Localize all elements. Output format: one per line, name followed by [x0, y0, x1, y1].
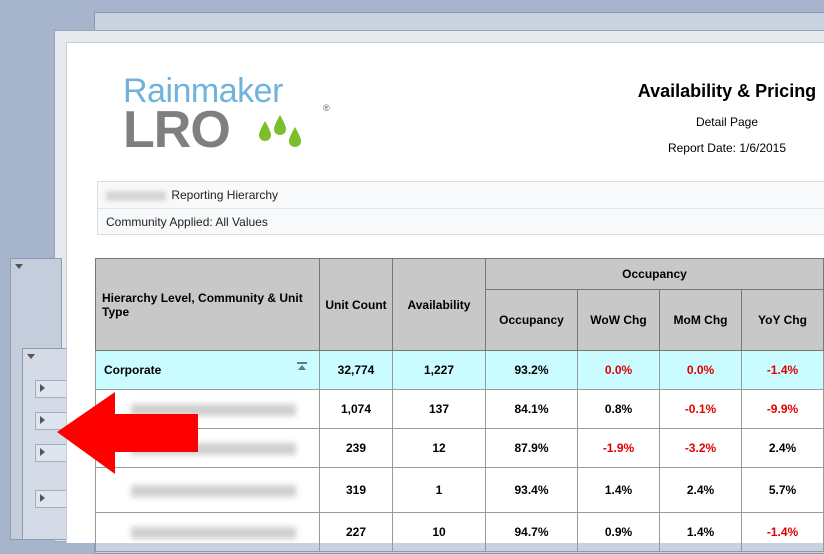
expand-icon — [40, 494, 45, 502]
registered-mark: ® — [323, 103, 330, 113]
cell-occupancy: 93.4% — [486, 468, 578, 513]
cell-mom: -3.2% — [660, 429, 742, 468]
pane-collapse-icon[interactable] — [15, 264, 23, 269]
cell-wow: -1.9% — [578, 429, 660, 468]
row-expand-button[interactable] — [35, 490, 67, 508]
cell-unit-count: 319 — [320, 468, 393, 513]
expand-icon — [40, 448, 45, 456]
col-header-unit-count: Unit Count — [320, 259, 393, 351]
cell-occupancy: 93.2% — [486, 351, 578, 390]
table-row[interactable]: 1,074 137 84.1% 0.8% -0.1% -9.9% — [96, 390, 824, 429]
community-filter-label: Community Applied: All Values — [106, 215, 268, 229]
raindrops-icon — [256, 115, 304, 151]
logo-text-lro: LRO — [123, 105, 230, 155]
cell-wow: 0.0% — [578, 351, 660, 390]
cell-yoy: 2.4% — [742, 429, 824, 468]
hierarchy-filter-label: Reporting Hierarchy — [171, 188, 278, 202]
cell-unit-count: 32,774 — [320, 351, 393, 390]
corporate-label: Corporate — [104, 363, 161, 377]
cell-wow: 1.4% — [578, 468, 660, 513]
filter-summary: Reporting Hierarchy Community Applied: A… — [97, 181, 824, 235]
cell-yoy: 5.7% — [742, 468, 824, 513]
table-row[interactable]: 319 1 93.4% 1.4% 2.4% 5.7% — [96, 468, 824, 513]
cell-unit-count: 239 — [320, 429, 393, 468]
redacted-text — [106, 191, 166, 201]
cell-yoy: -9.9% — [742, 390, 824, 429]
cell-unit-count: 1,074 — [320, 390, 393, 429]
cell-yoy: -1.4% — [742, 513, 824, 552]
rainmaker-lro-logo: Rainmaker LRO ® — [123, 73, 293, 153]
red-arrow-annotation — [55, 390, 200, 476]
col-header-occupancy: Occupancy — [486, 290, 578, 351]
availability-table: Hierarchy Level, Community & Unit Type U… — [95, 258, 824, 552]
expand-icon — [40, 416, 45, 424]
cell-occupancy: 87.9% — [486, 429, 578, 468]
col-header-hierarchy: Hierarchy Level, Community & Unit Type — [96, 259, 320, 351]
cell-availability: 137 — [393, 390, 486, 429]
col-header-availability: Availability — [393, 259, 486, 351]
redacted-text — [131, 485, 296, 497]
col-header-wow: WoW Chg — [578, 290, 660, 351]
cell-corporate-name: Corporate — [96, 351, 320, 390]
cell-mom: 2.4% — [660, 468, 742, 513]
hierarchy-filter-row: Reporting Hierarchy — [98, 182, 824, 208]
cell-mom: -0.1% — [660, 390, 742, 429]
redacted-text — [131, 527, 296, 539]
col-header-yoy: YoY Chg — [742, 290, 824, 351]
cell-yoy: -1.4% — [742, 351, 824, 390]
collapse-level-icon[interactable] — [297, 362, 307, 371]
cell-wow: 0.9% — [578, 513, 660, 552]
cell-availability: 1,227 — [393, 351, 486, 390]
community-filter-row: Community Applied: All Values — [98, 208, 824, 235]
cell-occupancy: 94.7% — [486, 513, 578, 552]
expand-icon — [40, 384, 45, 392]
cell-occupancy: 84.1% — [486, 390, 578, 429]
table-row[interactable]: 239 12 87.9% -1.9% -3.2% 2.4% — [96, 429, 824, 468]
table-row[interactable]: 227 10 94.7% 0.9% 1.4% -1.4% — [96, 513, 824, 552]
logo-lro-letters: LRO — [123, 101, 230, 159]
report-date: Report Date: 1/6/2015 — [607, 141, 824, 155]
report-title: Availability & Pricing — [607, 81, 824, 102]
table-row-corporate[interactable]: Corporate 32,774 1,227 93.2% 0.0% 0.0% -… — [96, 351, 824, 390]
cell-mom: 1.4% — [660, 513, 742, 552]
cell-unit-count: 227 — [320, 513, 393, 552]
col-header-mom: MoM Chg — [660, 290, 742, 351]
cell-wow: 0.8% — [578, 390, 660, 429]
cell-community-name — [96, 513, 320, 552]
pane-collapse-icon[interactable] — [27, 354, 35, 359]
cell-availability: 1 — [393, 468, 486, 513]
cell-mom: 0.0% — [660, 351, 742, 390]
cell-availability: 10 — [393, 513, 486, 552]
report-subtitle: Detail Page — [607, 115, 824, 129]
col-header-occupancy-group: Occupancy — [486, 259, 824, 290]
cell-availability: 12 — [393, 429, 486, 468]
